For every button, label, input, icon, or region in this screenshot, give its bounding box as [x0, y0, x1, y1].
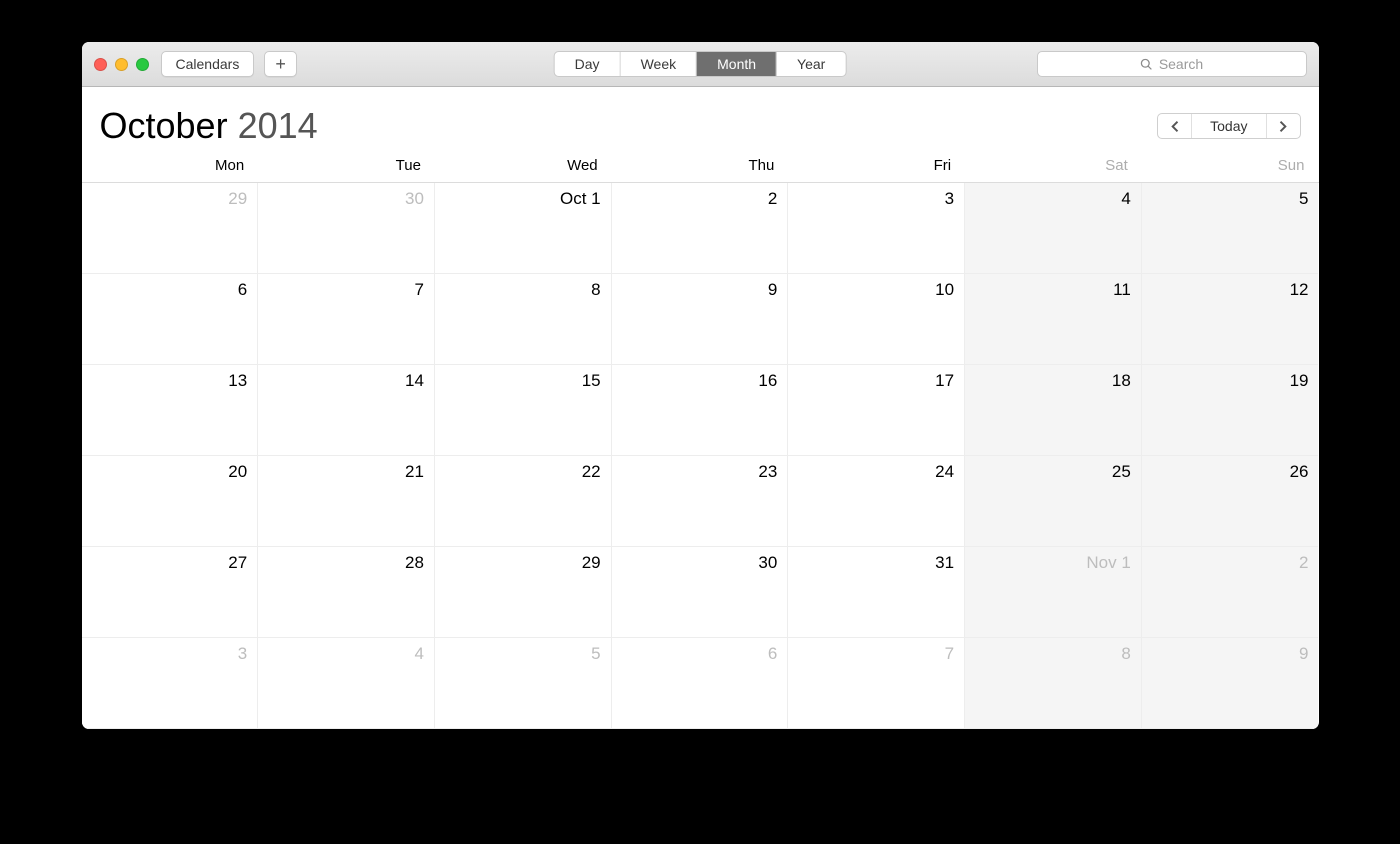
view-month-tab[interactable]: Month	[697, 52, 777, 76]
calendar-day-cell[interactable]: 25	[965, 456, 1142, 547]
calendar-day-cell[interactable]: 26	[1142, 456, 1319, 547]
calendar-day-cell[interactable]: 4	[258, 638, 435, 729]
calendar-window: Calendars + Day Week Month Year Search O…	[82, 42, 1319, 729]
calendar-day-cell[interactable]: 5	[1142, 183, 1319, 274]
calendar-day-cell[interactable]: 30	[258, 183, 435, 274]
calendar-day-cell[interactable]: 21	[258, 456, 435, 547]
calendar-day-cell[interactable]: 10	[788, 274, 965, 365]
calendar-day-cell[interactable]: 8	[965, 638, 1142, 729]
today-button[interactable]: Today	[1192, 114, 1266, 138]
add-event-button[interactable]: +	[264, 51, 297, 77]
dow-label: Sun	[1142, 157, 1319, 174]
title-year: 2014	[238, 105, 318, 146]
dow-label: Fri	[788, 157, 965, 174]
view-year-tab[interactable]: Year	[777, 52, 845, 76]
calendar-day-cell[interactable]: Oct 1	[435, 183, 612, 274]
dow-label: Tue	[258, 157, 435, 174]
month-header: October 2014 Today	[82, 87, 1319, 157]
calendar-day-cell[interactable]: 7	[788, 638, 965, 729]
view-week-tab[interactable]: Week	[621, 52, 698, 76]
calendar-day-cell[interactable]: 3	[788, 183, 965, 274]
zoom-window-button[interactable]	[136, 58, 149, 71]
calendar-day-cell[interactable]: 11	[965, 274, 1142, 365]
view-day-tab[interactable]: Day	[555, 52, 621, 76]
calendar-day-cell[interactable]: 8	[435, 274, 612, 365]
calendar-day-cell[interactable]: 29	[435, 547, 612, 638]
day-of-week-row: MonTueWedThuFriSatSun	[82, 157, 1319, 183]
minimize-window-button[interactable]	[115, 58, 128, 71]
month-nav: Today	[1157, 113, 1300, 139]
dow-label: Wed	[435, 157, 612, 174]
calendar-day-cell[interactable]: 30	[612, 547, 789, 638]
calendar-day-cell[interactable]: 18	[965, 365, 1142, 456]
calendar-day-cell[interactable]: 3	[82, 638, 259, 729]
calendar-day-cell[interactable]: 29	[82, 183, 259, 274]
calendar-day-cell[interactable]: 2	[612, 183, 789, 274]
calendar-day-cell[interactable]: 15	[435, 365, 612, 456]
calendar-day-cell[interactable]: 7	[258, 274, 435, 365]
calendar-day-cell[interactable]: 27	[82, 547, 259, 638]
calendar-day-cell[interactable]: 12	[1142, 274, 1319, 365]
chevron-right-icon	[1279, 121, 1288, 132]
view-switcher: Day Week Month Year	[554, 51, 847, 77]
dow-label: Sat	[965, 157, 1142, 174]
calendar-day-cell[interactable]: 19	[1142, 365, 1319, 456]
title-month: October	[100, 105, 228, 146]
calendar-day-cell[interactable]: 4	[965, 183, 1142, 274]
calendar-day-cell[interactable]: 28	[258, 547, 435, 638]
search-input[interactable]: Search	[1037, 51, 1307, 77]
calendar-day-cell[interactable]: 22	[435, 456, 612, 547]
calendar-day-cell[interactable]: 16	[612, 365, 789, 456]
calendar-day-cell[interactable]: 23	[612, 456, 789, 547]
calendar-day-cell[interactable]: 17	[788, 365, 965, 456]
calendar-day-cell[interactable]: 9	[1142, 638, 1319, 729]
calendar-day-cell[interactable]: 13	[82, 365, 259, 456]
chevron-left-icon	[1170, 121, 1179, 132]
toolbar: Calendars + Day Week Month Year Search	[82, 42, 1319, 87]
prev-month-button[interactable]	[1158, 114, 1192, 138]
dow-label: Mon	[82, 157, 259, 174]
calendar-day-cell[interactable]: 6	[612, 638, 789, 729]
calendar-grid: 2930Oct 12345678910111213141516171819202…	[82, 183, 1319, 729]
calendar-day-cell[interactable]: 14	[258, 365, 435, 456]
search-icon	[1140, 58, 1153, 71]
calendar-day-cell[interactable]: Nov 1	[965, 547, 1142, 638]
calendar-day-cell[interactable]: 20	[82, 456, 259, 547]
page-title: October 2014	[100, 105, 318, 147]
calendar-day-cell[interactable]: 2	[1142, 547, 1319, 638]
calendars-button[interactable]: Calendars	[161, 51, 255, 77]
calendar-day-cell[interactable]: 31	[788, 547, 965, 638]
calendar-day-cell[interactable]: 6	[82, 274, 259, 365]
calendar-day-cell[interactable]: 9	[612, 274, 789, 365]
window-controls	[94, 58, 149, 71]
search-placeholder: Search	[1159, 56, 1203, 72]
close-window-button[interactable]	[94, 58, 107, 71]
calendar-day-cell[interactable]: 5	[435, 638, 612, 729]
calendar-day-cell[interactable]: 24	[788, 456, 965, 547]
next-month-button[interactable]	[1267, 114, 1300, 138]
dow-label: Thu	[612, 157, 789, 174]
